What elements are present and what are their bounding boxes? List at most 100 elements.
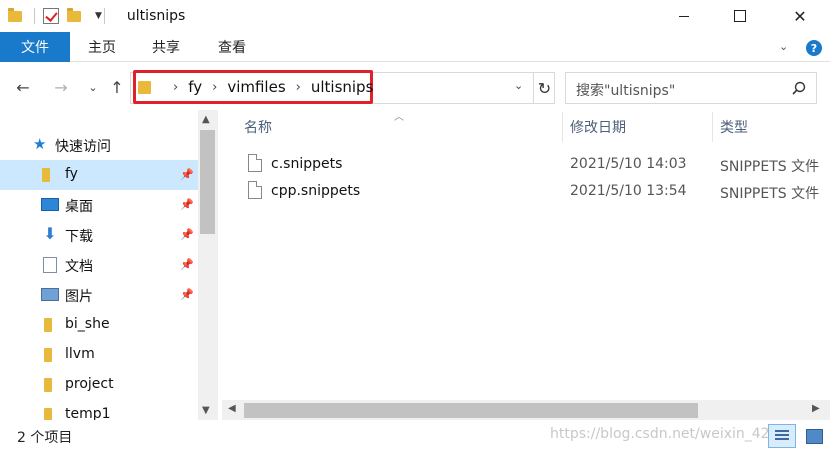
sidebar-item-label: 图片: [65, 289, 93, 305]
search-placeholder: 搜索"ultisnips": [576, 83, 676, 99]
minimize-icon: [679, 15, 689, 17]
documents-icon: [43, 257, 57, 273]
item-count: 2 个项目: [17, 430, 73, 446]
forward-button[interactable]: →: [50, 76, 72, 98]
file-icon: [248, 181, 262, 199]
sidebar-item-label: 文档: [65, 259, 93, 275]
folder-icon: [44, 378, 52, 392]
search-icon[interactable]: [792, 81, 806, 95]
folder-icon: [44, 408, 52, 420]
search-input[interactable]: 搜索"ultisnips": [565, 72, 817, 104]
scrollbar-thumb[interactable]: [200, 130, 215, 234]
sidebar-item-label: 快速访问: [55, 139, 111, 155]
file-date: 2021/5/10 13:54: [570, 183, 687, 199]
file-type: SNIPPETS 文件: [720, 186, 820, 202]
scroll-up-icon[interactable]: ▲: [202, 114, 210, 125]
file-name: cpp.snippets: [271, 183, 361, 199]
star-icon: ★: [33, 135, 47, 153]
scroll-right-icon[interactable]: ▶: [812, 403, 820, 414]
sidebar-item-fy[interactable]: fy 📌: [0, 160, 198, 190]
maximize-icon: [734, 10, 746, 22]
folder-icon: [8, 7, 22, 22]
breadcrumb-separator[interactable]: ›: [173, 80, 178, 95]
breadcrumb-separator[interactable]: ›: [296, 80, 301, 95]
sidebar-item-downloads[interactable]: ⬇ 下载 📌: [0, 220, 198, 250]
pin-icon[interactable]: 📌: [180, 198, 194, 211]
sidebar-item-label: llvm: [65, 346, 95, 362]
properties-icon[interactable]: [43, 8, 59, 24]
column-header-date[interactable]: 修改日期: [570, 112, 626, 142]
file-row[interactable]: c.snippets 2021/5/10 14:03 SNIPPETS 文件: [244, 152, 830, 178]
close-button[interactable]: ✕: [777, 0, 823, 32]
file-list-scrollbar[interactable]: ◀ ▶: [222, 400, 830, 420]
file-date: 2021/5/10 14:03: [570, 156, 687, 172]
pictures-icon: [41, 288, 59, 301]
sidebar-item-documents[interactable]: 文档 📌: [0, 250, 198, 280]
sidebar-item-bi-she[interactable]: bi_she: [0, 310, 198, 340]
tab-home[interactable]: 主页: [72, 32, 132, 62]
sidebar-item-project[interactable]: project: [0, 370, 198, 400]
recent-locations-button[interactable]: ⌄: [82, 76, 104, 98]
navigation-pane: ★ 快速访问 fy 📌 桌面 📌 ⬇ 下载 📌 文档 📌 图片 📌 bi_she…: [0, 110, 218, 420]
sort-ascending-icon: ︿: [394, 112, 404, 123]
breadcrumb-vimfiles[interactable]: vimfiles: [227, 78, 285, 96]
navigation-pane-scrollbar[interactable]: ▲ ▼: [198, 110, 218, 420]
file-row[interactable]: cpp.snippets 2021/5/10 13:54 SNIPPETS 文件: [244, 179, 830, 205]
maximize-button[interactable]: [717, 0, 763, 32]
sidebar-item-label: bi_she: [65, 316, 110, 332]
large-icons-view-icon[interactable]: [800, 424, 828, 448]
file-type: SNIPPETS 文件: [720, 159, 820, 175]
window-title: ultisnips: [126, 8, 186, 24]
sidebar-item-pictures[interactable]: 图片 📌: [0, 280, 198, 310]
file-name: c.snippets: [271, 156, 343, 172]
sidebar-item-desktop[interactable]: 桌面 📌: [0, 190, 198, 220]
navigation-bar: ← → ⌄ ↑ › fy › vimfiles › ultisnips ⌄ ↻ …: [0, 70, 830, 106]
sidebar-item-label: project: [65, 376, 114, 392]
minimize-button[interactable]: [661, 0, 707, 32]
column-header-type[interactable]: 类型: [720, 112, 748, 142]
tab-share[interactable]: 共享: [136, 32, 196, 62]
breadcrumb-separator[interactable]: ›: [212, 80, 217, 95]
refresh-button[interactable]: ↻: [533, 73, 555, 103]
ribbon-tabs: 文件 主页 共享 查看 ⌄ ?: [0, 32, 830, 62]
back-button[interactable]: ←: [12, 76, 34, 98]
details-view-icon[interactable]: [768, 424, 796, 448]
column-divider[interactable]: [712, 112, 713, 142]
pin-icon[interactable]: 📌: [180, 228, 194, 241]
close-icon: ✕: [793, 6, 807, 26]
toolbar-divider: [103, 8, 105, 24]
sidebar-item-llvm[interactable]: llvm: [0, 340, 198, 370]
desktop-icon: [41, 198, 59, 211]
help-icon[interactable]: ?: [806, 40, 822, 56]
sidebar-item-label: 下载: [65, 229, 93, 245]
pin-icon[interactable]: 📌: [180, 168, 194, 181]
breadcrumb-ultisnips[interactable]: ultisnips: [311, 78, 374, 96]
pin-icon[interactable]: 📌: [180, 258, 194, 271]
new-folder-icon[interactable]: [67, 7, 81, 22]
sidebar-item-temp1[interactable]: temp1: [0, 400, 198, 420]
folder-icon: [42, 168, 50, 182]
toolbar-divider: [34, 8, 35, 24]
expand-ribbon-icon[interactable]: ⌄: [779, 40, 788, 53]
breadcrumb-fy[interactable]: fy: [188, 78, 202, 96]
column-divider[interactable]: [562, 112, 563, 142]
breadcrumb: › fy › vimfiles › ultisnips: [138, 78, 373, 96]
up-button[interactable]: ↑: [106, 76, 128, 98]
tab-view[interactable]: 查看: [202, 32, 262, 62]
pin-icon[interactable]: 📌: [180, 288, 194, 301]
file-icon: [248, 154, 262, 172]
sidebar-item-label: 桌面: [65, 199, 93, 215]
sidebar-item-quick-access[interactable]: ★ 快速访问: [0, 130, 198, 160]
column-header-name[interactable]: 名称: [244, 112, 272, 142]
address-dropdown-icon[interactable]: ⌄: [514, 79, 523, 92]
quick-access-toolbar: ▼: [0, 0, 113, 32]
scroll-down-icon[interactable]: ▼: [202, 405, 210, 416]
folder-icon: [44, 318, 52, 332]
folder-icon: [138, 80, 151, 94]
scroll-left-icon[interactable]: ◀: [228, 403, 236, 414]
customize-toolbar-icon[interactable]: ▼: [95, 11, 102, 21]
scrollbar-thumb[interactable]: [244, 403, 698, 418]
tab-file[interactable]: 文件: [0, 32, 70, 62]
folder-icon: [44, 348, 52, 362]
status-bar: 2 个项目 https://blog.csdn.net/weixin_42: [0, 422, 830, 450]
